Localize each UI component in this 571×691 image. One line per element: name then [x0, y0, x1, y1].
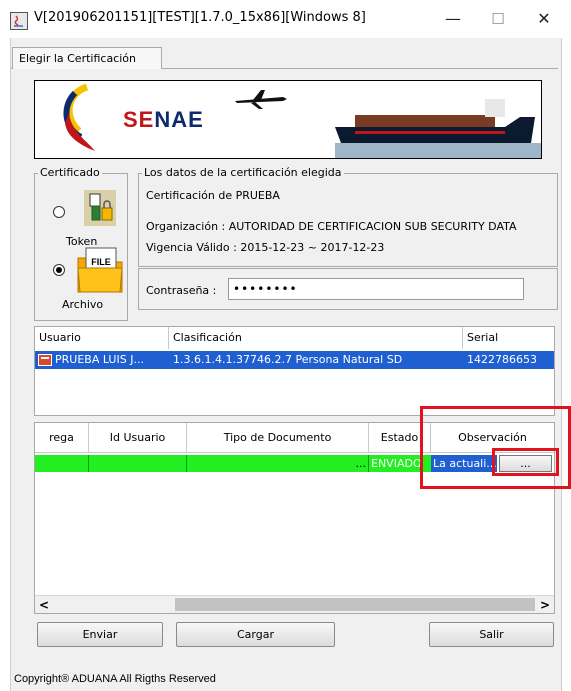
- horizontal-scrollbar[interactable]: < >: [35, 595, 554, 613]
- col-id-usuario[interactable]: Id Usuario: [89, 423, 187, 453]
- row-usuario: PRUEBA LUIS J...: [55, 353, 144, 366]
- row-clasificacion: 1.3.6.1.4.1.37746.2.7 Persona Natural SD: [173, 353, 403, 366]
- minimize-button[interactable]: —: [437, 8, 469, 30]
- senae-brand: SENAE: [123, 107, 204, 133]
- senae-banner: SENAE: [34, 80, 542, 159]
- airplane-icon: [235, 90, 287, 109]
- col-clasificacion[interactable]: Clasificación: [169, 327, 463, 349]
- copyright-text: Copyright® ADUANA All Rigths Reserved: [14, 673, 216, 685]
- highlight-detail-button-box: [492, 448, 559, 476]
- archivo-folder-icon[interactable]: FILE: [76, 246, 124, 294]
- organizacion-text: Organización : AUTORIDAD DE CERTIFICACIO…: [146, 220, 517, 233]
- maximize-button[interactable]: ☐: [482, 8, 514, 30]
- token-usb-icon[interactable]: [84, 190, 116, 226]
- col-serial[interactable]: Serial: [463, 327, 554, 349]
- cell-entrega[interactable]: [35, 455, 89, 472]
- cell-id-usuario[interactable]: [89, 455, 187, 472]
- token-radio[interactable]: [53, 206, 65, 218]
- certificate-row-icon: [38, 354, 52, 366]
- archivo-radio-dot: [56, 267, 62, 273]
- scroll-right-arrow[interactable]: >: [536, 596, 554, 613]
- archivo-label: Archivo: [62, 298, 104, 311]
- table-row[interactable]: PRUEBA LUIS J... 1.3.6.1.4.1.37746.2.7 P…: [35, 351, 554, 369]
- salir-button[interactable]: Salir: [429, 622, 554, 647]
- row-serial: 1422786653: [467, 353, 537, 366]
- close-button[interactable]: ✕: [528, 8, 560, 30]
- password-label: Contraseña :: [146, 284, 217, 297]
- tab-elegir-certificacion[interactable]: Elegir la Certificación: [12, 47, 162, 69]
- window-title: V[201906201151][TEST][1.7.0_15x86][Windo…: [34, 10, 366, 25]
- scroll-thumb[interactable]: [175, 598, 535, 611]
- col-entrega[interactable]: rega: [35, 423, 89, 453]
- java-app-icon: [10, 12, 28, 30]
- cargo-ship-icon: [335, 99, 541, 158]
- title-bar: V[201906201151][TEST][1.7.0_15x86][Windo…: [0, 0, 571, 38]
- cell-tipo-documento[interactable]: ...: [187, 455, 369, 472]
- certificates-table: Usuario Clasificación Serial PRUEBA LUIS…: [34, 326, 555, 416]
- senae-logo-icon: [63, 83, 95, 151]
- enviar-button[interactable]: Enviar: [37, 622, 163, 647]
- col-tipo-documento[interactable]: Tipo de Documento: [187, 423, 369, 453]
- certificado-legend: Certificado: [38, 166, 102, 179]
- cert-name: Certificación de PRUEBA: [146, 189, 280, 202]
- brand-navy: NAE: [154, 107, 204, 132]
- datos-legend: Los datos de la certificación elegida: [142, 166, 344, 179]
- scroll-left-arrow[interactable]: <: [35, 596, 53, 613]
- vigencia-text: Vigencia Válido : 2015-12-23 ~ 2017-12-2…: [146, 241, 385, 254]
- file-icon-text: FILE: [91, 257, 111, 267]
- col-usuario[interactable]: Usuario: [35, 327, 169, 349]
- cargar-button[interactable]: Cargar: [176, 622, 335, 647]
- archivo-radio[interactable]: [53, 264, 65, 276]
- brand-red: SE: [123, 107, 155, 132]
- password-field[interactable]: ••••••••: [228, 278, 524, 300]
